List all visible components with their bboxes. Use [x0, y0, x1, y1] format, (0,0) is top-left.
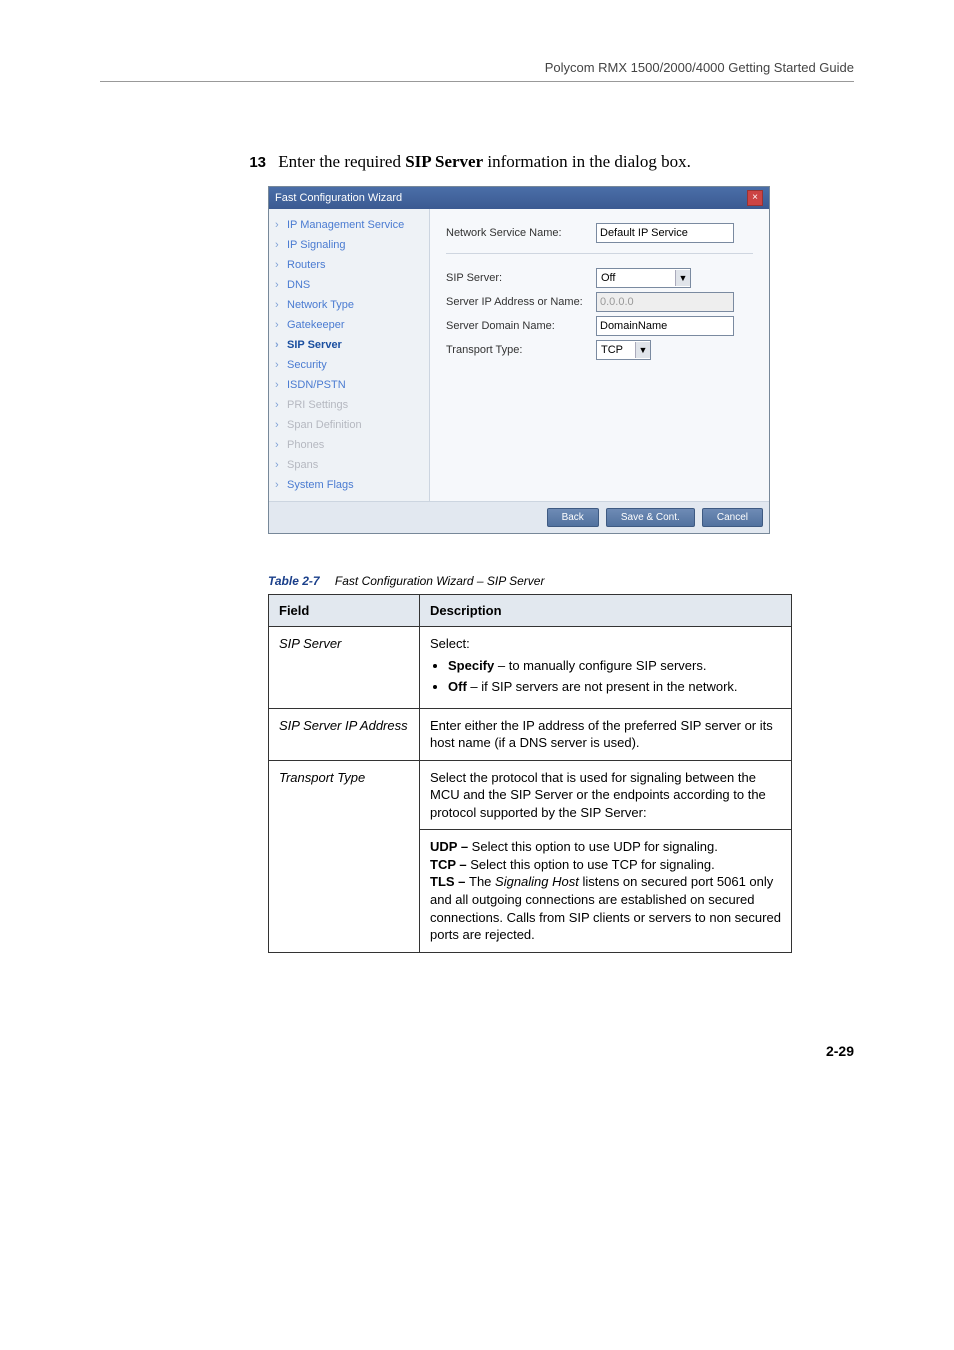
nav-item-spans: Spans — [269, 455, 429, 475]
transport-type-label: Transport Type: — [446, 344, 596, 356]
table-caption-text: Fast Configuration Wizard – SIP Server — [335, 574, 545, 588]
tcp-bold: TCP – — [430, 857, 470, 872]
th-description: Description — [420, 595, 792, 627]
network-service-name-input[interactable] — [596, 223, 734, 243]
nav-item-phones: Phones — [269, 435, 429, 455]
step-text-bold: SIP Server — [405, 152, 483, 171]
table-row: SIP Server Select: Specify – to manually… — [269, 627, 792, 709]
nav-item-security[interactable]: Security — [269, 355, 429, 375]
table-row: SIP Server IP Address Enter either the I… — [269, 708, 792, 760]
step-instruction: 13 Enter the required SIP Server informa… — [240, 152, 814, 172]
nav-item-isdn-pstn[interactable]: ISDN/PSTN — [269, 375, 429, 395]
tls-bold: TLS – — [430, 874, 469, 889]
form-divider — [446, 253, 753, 254]
cell-sip-server-desc: Select: Specify – to manually configure … — [420, 627, 792, 709]
cancel-button[interactable]: Cancel — [702, 508, 763, 527]
wizard-form: Network Service Name: SIP Server: Off ▼ … — [430, 209, 769, 501]
nav-item-system-flags[interactable]: System Flags — [269, 475, 429, 495]
sip-server-label: SIP Server: — [446, 272, 596, 284]
nav-item-dns[interactable]: DNS — [269, 275, 429, 295]
sip-server-select[interactable]: Off ▼ — [596, 268, 691, 288]
cell-sip-ip-field: SIP Server IP Address — [269, 708, 420, 760]
sip-server-desc-intro: Select: — [430, 636, 470, 651]
nav-item-sip-server[interactable]: SIP Server — [269, 335, 429, 355]
fast-config-wizard-dialog: Fast Configuration Wizard × IP Managemen… — [268, 186, 770, 534]
wizard-titlebar: Fast Configuration Wizard × — [269, 187, 769, 209]
step-text-suffix: information in the dialog box. — [483, 152, 691, 171]
cell-sip-server-field: SIP Server — [269, 627, 420, 709]
udp-rest: Select this option to use UDP for signal… — [472, 839, 718, 854]
nav-item-ip-signaling[interactable]: IP Signaling — [269, 235, 429, 255]
step-text-prefix: Enter the required — [278, 152, 405, 171]
cell-transport-field-cont — [269, 830, 420, 952]
nav-item-span-definition: Span Definition — [269, 415, 429, 435]
cell-sip-ip-desc: Enter either the IP address of the prefe… — [420, 708, 792, 760]
nav-item-network-type[interactable]: Network Type — [269, 295, 429, 315]
sip-server-select-value: Off — [597, 272, 675, 284]
nav-item-ip-management[interactable]: IP Management Service — [269, 215, 429, 235]
chevron-down-icon: ▼ — [635, 342, 650, 358]
server-ip-input[interactable] — [596, 292, 734, 312]
table-row: Transport Type Select the protocol that … — [269, 760, 792, 830]
table-caption-label: Table 2-7 — [268, 574, 320, 588]
cell-transport-field: Transport Type — [269, 760, 420, 830]
off-rest: – if SIP servers are not present in the … — [467, 679, 738, 694]
transport-type-select-value: TCP — [597, 344, 635, 356]
server-domain-label: Server Domain Name: — [446, 320, 596, 332]
server-domain-input[interactable] — [596, 316, 734, 336]
nav-item-routers[interactable]: Routers — [269, 255, 429, 275]
page-header-title: Polycom RMX 1500/2000/4000 Getting Start… — [100, 60, 854, 75]
tls-mid: The — [469, 874, 495, 889]
tls-italic: Signaling Host — [495, 874, 579, 889]
udp-bold: UDP – — [430, 839, 472, 854]
network-service-name-label: Network Service Name: — [446, 227, 596, 239]
save-continue-button[interactable]: Save & Cont. — [606, 508, 695, 527]
sip-server-fields-table: Field Description SIP Server Select: Spe… — [268, 594, 792, 953]
table-row: UDP – Select this option to use UDP for … — [269, 830, 792, 952]
off-bold: Off — [448, 679, 467, 694]
wizard-title-text: Fast Configuration Wizard — [275, 192, 402, 204]
table-caption: Table 2-7 Fast Configuration Wizard – SI… — [268, 574, 814, 588]
th-field: Field — [269, 595, 420, 627]
nav-item-gatekeeper[interactable]: Gatekeeper — [269, 315, 429, 335]
cell-transport-desc2: UDP – Select this option to use UDP for … — [420, 830, 792, 952]
list-item: Specify – to manually configure SIP serv… — [448, 657, 781, 675]
chevron-down-icon: ▼ — [675, 270, 690, 286]
back-button[interactable]: Back — [547, 508, 599, 527]
list-item: Off – if SIP servers are not present in … — [448, 678, 781, 696]
header-rule — [100, 81, 854, 82]
specify-bold: Specify — [448, 658, 494, 673]
cell-transport-desc: Select the protocol that is used for sig… — [420, 760, 792, 830]
transport-type-select[interactable]: TCP ▼ — [596, 340, 651, 360]
wizard-nav: IP Management Service IP Signaling Route… — [269, 209, 430, 501]
step-number: 13 — [240, 154, 266, 171]
nav-item-pri-settings: PRI Settings — [269, 395, 429, 415]
tcp-rest: Select this option to use TCP for signal… — [470, 857, 715, 872]
server-ip-label: Server IP Address or Name: — [446, 296, 596, 308]
close-icon[interactable]: × — [747, 190, 763, 206]
wizard-footer: Back Save & Cont. Cancel — [269, 501, 769, 533]
page-number: 2-29 — [100, 1043, 854, 1059]
specify-rest: – to manually configure SIP servers. — [494, 658, 706, 673]
